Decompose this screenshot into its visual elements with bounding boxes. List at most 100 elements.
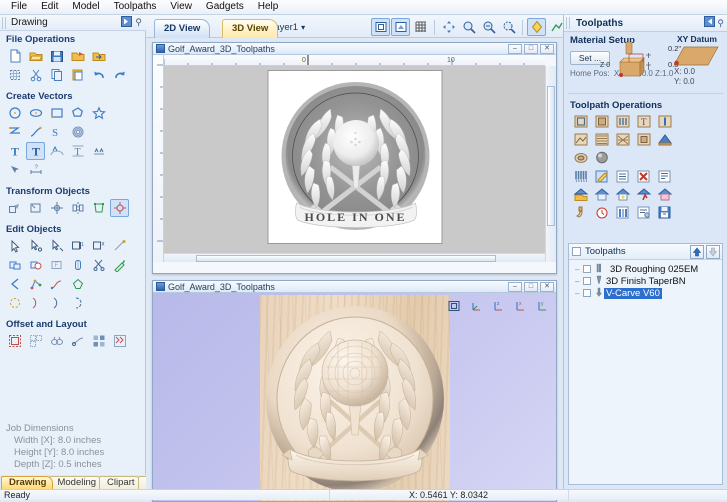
auto-text-icon[interactable] [89, 142, 108, 160]
machine-relief-icon[interactable] [571, 149, 591, 166]
arc-icon[interactable] [26, 294, 45, 312]
mirror-icon[interactable] [68, 199, 87, 217]
toolpath-settings-icon[interactable] [634, 204, 654, 221]
toolpath-checkbox-1[interactable] [583, 277, 591, 285]
panel-dock-icon-right[interactable] [704, 16, 716, 30]
preview-toolpath-icon[interactable] [571, 204, 591, 221]
toolpath-list-item-2[interactable]: – V-Carve V60 [569, 287, 722, 299]
toolpath-list-item-0[interactable]: – 3D Roughing 025EM [569, 263, 722, 275]
3d-canvas[interactable]: z x y [153, 293, 556, 501]
toolpath-template-icon[interactable] [613, 186, 633, 203]
tab-2d-view[interactable]: 2D View [154, 19, 211, 38]
minimize-button[interactable]: – [508, 43, 522, 54]
shading-icon[interactable] [527, 18, 546, 36]
y-view-icon[interactable]: y [532, 297, 551, 315]
offset-icon[interactable] [5, 332, 24, 350]
z-view-icon[interactable]: z [488, 297, 507, 315]
ellipse-icon[interactable] [26, 104, 45, 122]
toolpath-home-icon[interactable] [592, 186, 612, 203]
3d-ball-icon[interactable] [592, 149, 612, 166]
job-setup-icon[interactable] [5, 66, 24, 84]
polyline-icon[interactable] [5, 123, 24, 141]
menu-item-file[interactable]: File [4, 0, 34, 14]
tab-modeling[interactable]: Modeling [49, 476, 104, 489]
edit-toolpath-icon[interactable] [592, 168, 612, 185]
toolpath-group-icon[interactable] [655, 186, 675, 203]
text-on-curve-icon[interactable] [47, 142, 66, 160]
menu-item-model[interactable]: Model [65, 0, 106, 14]
toolpath-summary-icon[interactable] [655, 168, 675, 185]
inlay-toolpath-icon[interactable] [655, 131, 675, 148]
spiral-icon[interactable] [68, 123, 87, 141]
window-2d-titlebar[interactable]: Golf_Award_3D_Toolpaths – □ ✕ [153, 43, 556, 55]
import-vectors-icon[interactable] [89, 47, 108, 65]
pan-icon[interactable] [439, 18, 458, 36]
2d-scrollbar-vertical[interactable] [545, 66, 556, 262]
menu-item-gadgets[interactable]: Gadgets [199, 0, 251, 14]
toolpath-list-icon[interactable] [613, 168, 633, 185]
delete-toolpath-icon[interactable] [634, 168, 654, 185]
toolpath-checkbox-0[interactable] [583, 265, 591, 273]
window-3d-titlebar[interactable]: Golf_Award_3D_Toolpaths – □ ✕ [153, 281, 556, 293]
plate-layout-icon[interactable] [89, 332, 108, 350]
close-button-3d[interactable]: ✕ [540, 281, 554, 292]
move-up-icon[interactable] [690, 244, 704, 259]
draw-curve-icon[interactable]: S [47, 123, 66, 141]
cut-icon[interactable] [26, 66, 45, 84]
point-edit-icon[interactable] [47, 237, 66, 255]
weld-icon[interactable] [5, 256, 24, 274]
move-down-icon[interactable] [706, 244, 720, 259]
open-toolpath-group-icon[interactable] [571, 186, 591, 203]
bezier-icon[interactable] [47, 294, 66, 312]
nesting-icon[interactable] [110, 332, 129, 350]
run-toolpath-icon[interactable] [634, 186, 654, 203]
open-recent-icon[interactable] [68, 47, 87, 65]
panel-dock-icon[interactable] [121, 15, 133, 30]
window-3d-view[interactable]: Golf_Award_3D_Toolpaths – □ ✕ z x y [152, 280, 557, 502]
3d-roughing-icon[interactable] [571, 131, 591, 148]
fillet-icon[interactable] [68, 256, 87, 274]
panel-pin-icon[interactable]: ⚲ [135, 17, 142, 28]
open-vector-icon[interactable] [5, 275, 24, 293]
dimension-icon[interactable]: ? [26, 161, 45, 179]
polygon-icon[interactable] [68, 104, 87, 122]
curve-fit-icon[interactable] [47, 275, 66, 293]
copy-along-curve-icon[interactable] [68, 332, 87, 350]
save-icon[interactable] [47, 47, 66, 65]
toolpath-checkbox-2[interactable] [583, 289, 591, 297]
open-folder-icon[interactable] [26, 47, 45, 65]
join-icon[interactable] [110, 256, 129, 274]
toolpath-preview-bars-icon[interactable] [613, 204, 633, 221]
pocket-toolpath-icon[interactable] [592, 113, 612, 130]
grid-icon[interactable] [411, 18, 430, 36]
delete-node-icon[interactable]: x [89, 237, 108, 255]
array-copy-icon[interactable] [26, 332, 45, 350]
measure-vector-icon[interactable] [5, 161, 24, 179]
scissors-icon[interactable] [89, 256, 108, 274]
move-icon[interactable] [5, 199, 24, 217]
circle-icon[interactable] [5, 104, 24, 122]
zoom-selection-icon[interactable] [499, 18, 518, 36]
redo-icon[interactable] [110, 66, 129, 84]
save-toolpath-icon[interactable] [655, 204, 675, 221]
maximize-button[interactable]: □ [524, 43, 538, 54]
menu-item-view[interactable]: View [163, 0, 199, 14]
close-button[interactable]: ✕ [540, 43, 554, 54]
minimize-button-3d[interactable]: – [508, 281, 522, 292]
smooth-icon[interactable] [68, 294, 87, 312]
window-2d-view[interactable]: Golf_Award_3D_Toolpaths – □ ✕ 0 10 HOLE … [152, 42, 557, 274]
profile-toolpath-icon[interactable] [571, 113, 591, 130]
rotate-icon[interactable] [47, 199, 66, 217]
align-icon[interactable] [110, 199, 129, 217]
scale-icon[interactable] [26, 199, 45, 217]
curve-icon[interactable] [26, 123, 45, 141]
zoom-drawing-icon[interactable] [479, 18, 498, 36]
menu-item-help[interactable]: Help [251, 0, 286, 14]
2d-canvas[interactable]: HOLE IN ONE [164, 66, 545, 262]
xyz-axes-icon[interactable] [466, 297, 485, 315]
subtract-icon[interactable] [26, 256, 45, 274]
nest-icon[interactable] [5, 294, 24, 312]
trim-icon[interactable] [110, 237, 129, 255]
zoom-box-icon[interactable] [371, 18, 390, 36]
zoom-extents-icon[interactable] [459, 18, 478, 36]
